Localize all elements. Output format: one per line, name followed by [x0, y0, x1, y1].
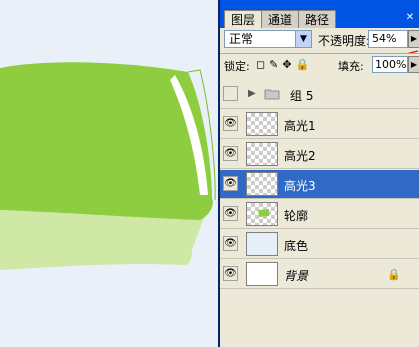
eye-icon[interactable]: 👁	[223, 206, 238, 221]
close-icon[interactable]: ✕	[403, 12, 417, 24]
fill-slider-arrow-icon[interactable]: ▶	[408, 56, 419, 73]
tab-channels[interactable]: 通道	[261, 10, 300, 28]
lock-transparent-icon[interactable]: ◻	[256, 58, 265, 71]
layer-name: 组 5	[290, 89, 314, 103]
chevron-down-icon[interactable]: ▼	[295, 31, 311, 47]
opacity-label: 不透明度:	[318, 34, 371, 48]
tab-layers[interactable]: 图层	[224, 10, 263, 28]
document-canvas[interactable]	[0, 0, 218, 347]
layer-row-highlight3[interactable]: 👁 高光3	[220, 170, 419, 199]
lock-label: 锁定:	[224, 60, 250, 73]
blend-mode-value: 正常	[229, 32, 254, 46]
layer-name: 轮廓	[284, 209, 309, 223]
tab-paths[interactable]: 路径	[298, 10, 337, 28]
layer-row-background[interactable]: 👁 背景 🔒	[220, 260, 419, 289]
layer-thumbnail	[246, 202, 278, 226]
lock-all-icon[interactable]: 🔒	[296, 58, 310, 71]
eye-icon[interactable]: 👁	[223, 146, 238, 161]
eye-icon[interactable]: 👁	[223, 236, 238, 251]
eye-icon[interactable]: 👁	[223, 176, 238, 191]
opacity-input[interactable]: 54%	[368, 30, 408, 48]
eye-icon[interactable]: 👁	[223, 266, 238, 281]
layer-row-highlight2[interactable]: 👁 高光2	[220, 140, 419, 169]
layer-name: 高光2	[284, 149, 316, 163]
panel-tab-bar: 图层 通道 路径 ✕	[220, 0, 419, 28]
green-shape-thumbnail	[258, 209, 269, 217]
layer-name: 底色	[284, 239, 309, 253]
layer-name: 背景	[284, 269, 309, 283]
lock-image-icon[interactable]: ✎	[269, 58, 278, 71]
blend-mode-select[interactable]: 正常 ▼	[224, 30, 312, 48]
layer-thumbnail	[246, 172, 278, 196]
layers-panel: 图层 通道 路径 ✕ 正常 ▼ 不透明度: 54% ▶ 锁定: ◻ ✎ ✥ 🔒 …	[218, 0, 419, 347]
layer-thumbnail	[246, 232, 278, 256]
layer-thumbnail	[246, 112, 278, 136]
layer-row-basecolor[interactable]: 👁 底色	[220, 230, 419, 259]
fill-label: 填充:	[338, 60, 364, 73]
lock-position-icon[interactable]: ✥	[282, 58, 291, 71]
layer-row-highlight1[interactable]: 👁 高光1	[220, 110, 419, 139]
layer-thumbnail	[246, 262, 278, 286]
folder-icon	[264, 89, 280, 100]
expand-triangle-icon[interactable]: ▶	[248, 88, 256, 99]
fill-input[interactable]: 100%	[372, 56, 408, 73]
layer-list: ▶ 组 5 👁 高光1 👁 高光2 👁 高光3 👁 轮廓 👁 底色 👁 背景 🔒	[220, 76, 419, 347]
layer-row-outline[interactable]: 👁 轮廓	[220, 200, 419, 229]
layer-row-group5[interactable]: ▶ 组 5	[220, 80, 419, 109]
layer-name: 高光3	[284, 179, 316, 193]
lock-icon: 🔒	[387, 268, 401, 281]
opacity-slider-arrow-icon[interactable]: ▶	[408, 30, 419, 48]
layer-name: 高光1	[284, 119, 316, 133]
green-shape-artwork	[0, 62, 216, 270]
layer-thumbnail	[246, 142, 278, 166]
visibility-toggle[interactable]	[223, 86, 238, 101]
eye-icon[interactable]: 👁	[223, 116, 238, 131]
